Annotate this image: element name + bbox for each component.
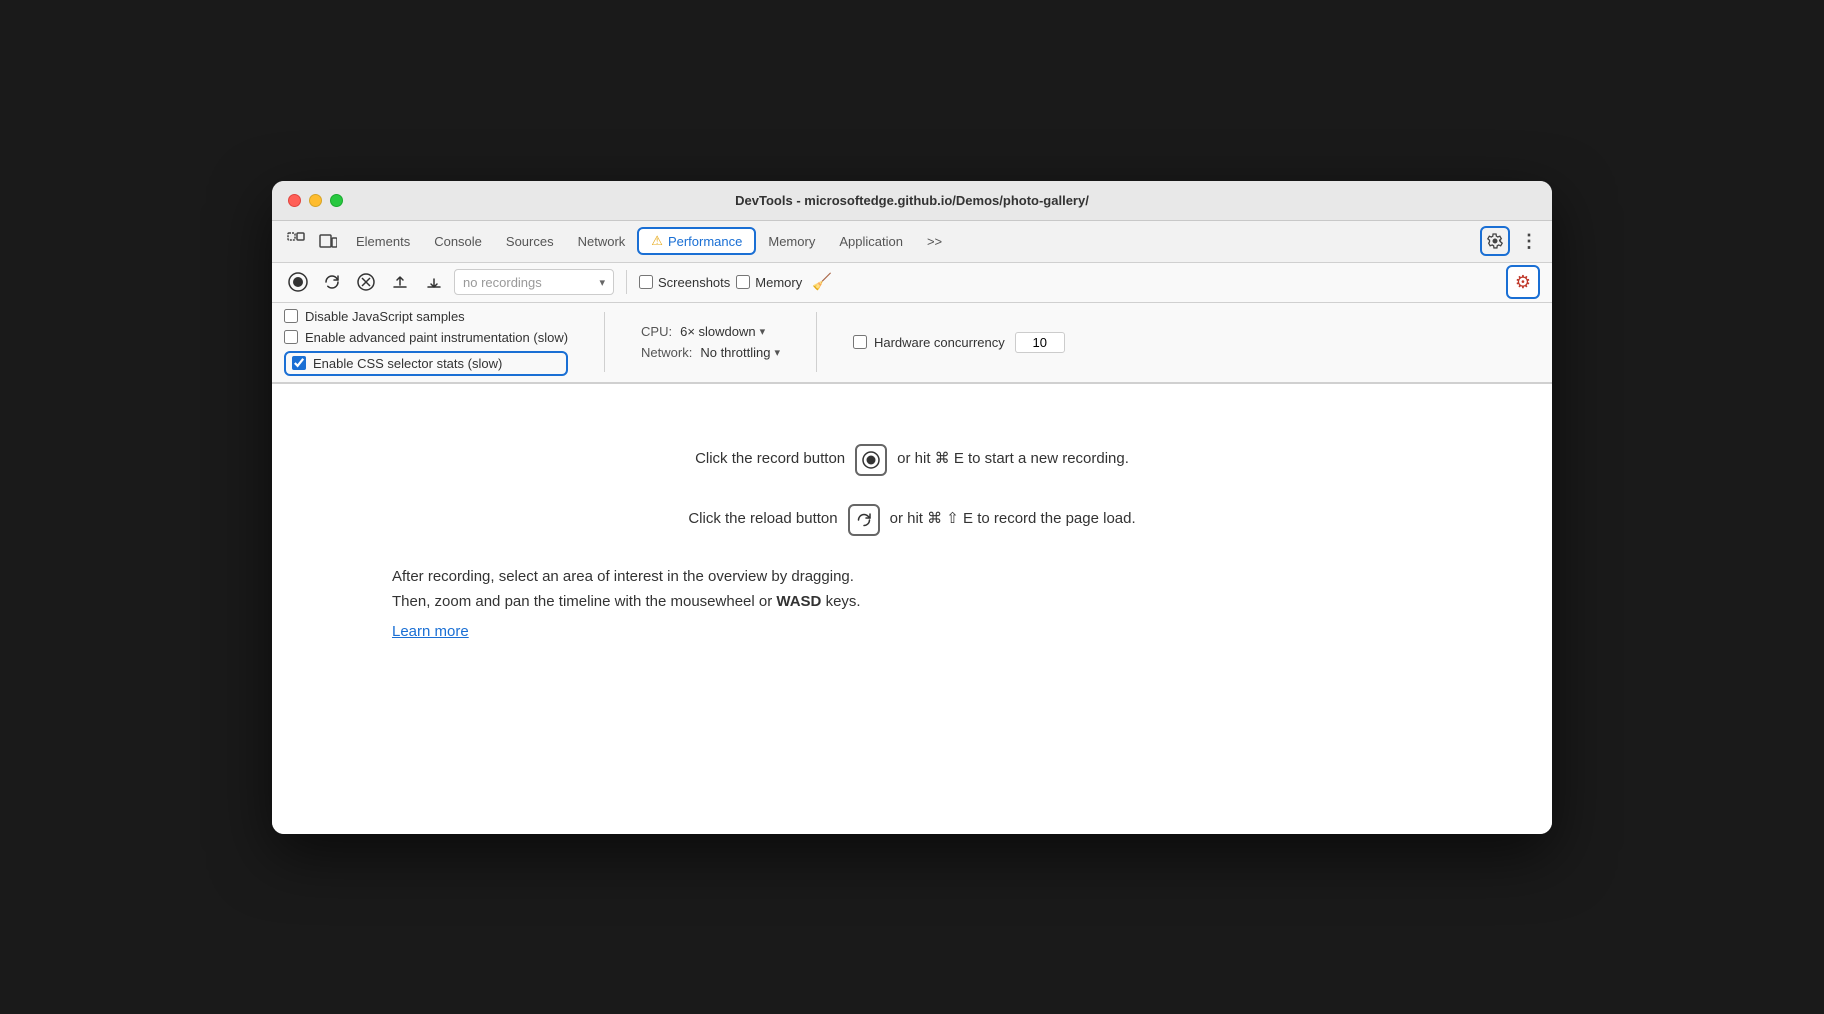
no-recordings-label: no recordings (463, 275, 542, 290)
clear-recordings-icon[interactable]: 🧹 (812, 272, 832, 292)
warning-icon: ⚠ (651, 233, 663, 249)
secondary-toolbar: no recordings ▾ Screenshots Memory 🧹 ⚙ (272, 263, 1552, 303)
instruction-record-before: Click the record button (695, 448, 845, 471)
disable-js-samples-checkbox[interactable] (284, 309, 298, 323)
memory-label: Memory (755, 275, 802, 290)
enable-paint-label: Enable advanced paint instrumentation (s… (305, 330, 568, 345)
download-button[interactable] (420, 268, 448, 296)
minimize-button[interactable] (309, 194, 322, 207)
instruction-record: Click the record button or hit ⌘ E to st… (695, 444, 1129, 476)
clear-button[interactable] (352, 268, 380, 296)
recordings-dropdown[interactable]: no recordings ▾ (454, 269, 614, 295)
more-options-button[interactable]: ⋮ (1514, 226, 1544, 256)
disable-js-samples-option[interactable]: Disable JavaScript samples (284, 309, 568, 324)
description-line4-before: Then, zoom and pan the timeline with the… (392, 593, 772, 610)
instruction-reload-before: Click the reload button (688, 508, 837, 531)
options-center: CPU: 6× slowdown ▾ Network: No throttlin… (641, 324, 780, 360)
hardware-concurrency-input[interactable] (1015, 332, 1065, 353)
device-toggle-icon[interactable] (312, 225, 344, 257)
instruction-reload: Click the reload button or hit ⌘ ⇧ E to … (688, 504, 1135, 536)
options-left: Disable JavaScript samples Enable advanc… (284, 309, 568, 376)
network-value: No throttling (700, 345, 770, 360)
tab-memory[interactable]: Memory (756, 230, 827, 253)
description-line4-after: keys. (826, 593, 861, 610)
inspect-element-icon[interactable] (280, 225, 312, 257)
description-line4: Then, zoom and pan the timeline with the… (392, 589, 861, 615)
enable-paint-option[interactable]: Enable advanced paint instrumentation (s… (284, 330, 568, 345)
cpu-label: CPU: (641, 324, 672, 339)
enable-paint-checkbox[interactable] (284, 330, 298, 344)
enable-css-selector-row: Enable CSS selector stats (slow) (284, 351, 568, 376)
hardware-concurrency-option[interactable]: Hardware concurrency (853, 335, 1005, 350)
reload-button[interactable] (318, 268, 346, 296)
description-line3: After recording, select an area of inter… (392, 564, 861, 590)
network-dropdown[interactable]: No throttling ▾ (700, 345, 780, 360)
tabs-container: Elements Console Sources Network ⚠ Perfo… (280, 225, 1480, 257)
screenshots-label: Screenshots (658, 275, 730, 290)
memory-checkbox[interactable] (736, 275, 750, 289)
reload-icon-inline (848, 504, 880, 536)
options-right: Hardware concurrency (853, 332, 1065, 353)
main-content: Click the record button or hit ⌘ E to st… (272, 384, 1552, 834)
tab-bar: Elements Console Sources Network ⚠ Perfo… (272, 221, 1552, 263)
network-label: Network: (641, 345, 692, 360)
enable-css-checkbox[interactable] (292, 356, 306, 370)
instruction-record-after: or hit ⌘ E to start a new recording. (897, 448, 1129, 471)
options-separator (604, 312, 605, 372)
screenshots-checkbox-group[interactable]: Screenshots (639, 275, 730, 290)
dropdown-arrow-icon: ▾ (599, 276, 605, 289)
options-separator-2 (816, 312, 817, 372)
close-button[interactable] (288, 194, 301, 207)
tab-application[interactable]: Application (827, 230, 915, 253)
window-title: DevTools - microsoftedge.github.io/Demos… (735, 193, 1089, 208)
options-row: Disable JavaScript samples Enable advanc… (272, 303, 1552, 383)
tab-sources[interactable]: Sources (494, 230, 566, 253)
tab-network[interactable]: Network (566, 230, 638, 253)
hardware-concurrency-checkbox[interactable] (853, 335, 867, 349)
performance-settings-button[interactable]: ⚙ (1506, 265, 1540, 299)
devtools-window: DevTools - microsoftedge.github.io/Demos… (272, 181, 1552, 834)
learn-more-link[interactable]: Learn more (392, 619, 861, 645)
tab-console[interactable]: Console (422, 230, 494, 253)
toolbar-right: ⋮ (1480, 226, 1544, 256)
cpu-value: 6× slowdown (680, 324, 756, 339)
tab-performance[interactable]: ⚠ Performance (637, 227, 756, 255)
traffic-lights (288, 194, 343, 207)
network-row: Network: No throttling ▾ (641, 345, 780, 360)
screenshots-checkbox[interactable] (639, 275, 653, 289)
tab-more[interactable]: >> (915, 230, 954, 253)
wasd-label: WASD (776, 593, 821, 610)
network-dropdown-arrow-icon: ▾ (774, 346, 780, 359)
hardware-label: Hardware concurrency (874, 335, 1005, 350)
cpu-row: CPU: 6× slowdown ▾ (641, 324, 780, 339)
record-button[interactable] (284, 268, 312, 296)
instruction-reload-after: or hit ⌘ ⇧ E to record the page load. (890, 508, 1136, 531)
description-block: After recording, select an area of inter… (392, 564, 861, 645)
tab-elements[interactable]: Elements (344, 230, 422, 253)
disable-js-samples-label: Disable JavaScript samples (305, 309, 465, 324)
titlebar: DevTools - microsoftedge.github.io/Demos… (272, 181, 1552, 221)
tab-performance-label: Performance (668, 234, 742, 249)
record-icon-inline (855, 444, 887, 476)
cpu-dropdown-arrow-icon: ▾ (760, 325, 766, 338)
memory-checkbox-group[interactable]: Memory (736, 275, 802, 290)
upload-button[interactable] (386, 268, 414, 296)
settings-button[interactable] (1480, 226, 1510, 256)
enable-css-label: Enable CSS selector stats (slow) (313, 356, 502, 371)
separator (626, 270, 627, 294)
secondary-right: ⚙ (1506, 265, 1540, 299)
cpu-dropdown[interactable]: 6× slowdown ▾ (680, 324, 765, 339)
maximize-button[interactable] (330, 194, 343, 207)
